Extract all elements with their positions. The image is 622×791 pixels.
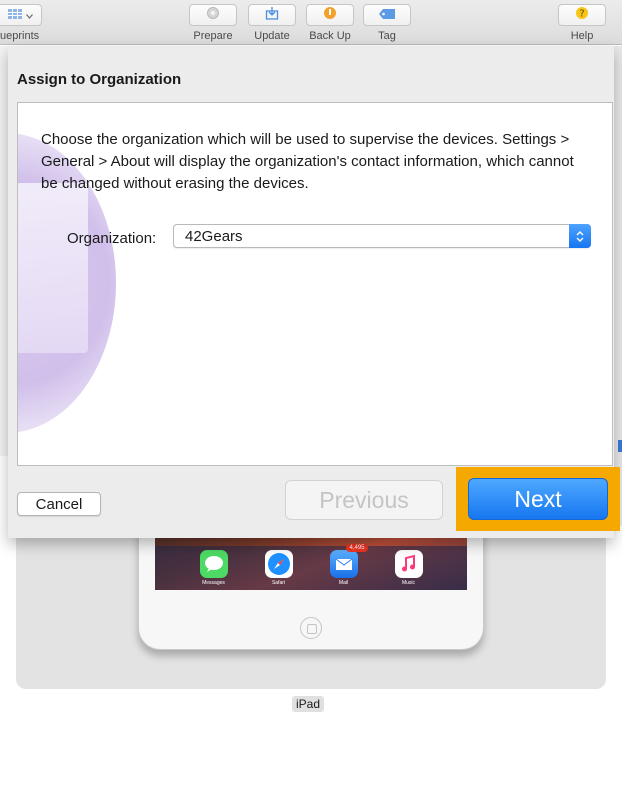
- update-icon: [265, 6, 279, 25]
- select-stepper[interactable]: [569, 224, 591, 248]
- next-button[interactable]: Next: [468, 478, 608, 520]
- ipad-dock: Messages Safari 4,495 Mail Music: [155, 544, 467, 590]
- tag-control[interactable]: [363, 4, 411, 26]
- cancel-button[interactable]: Cancel: [17, 492, 101, 516]
- dock-app-mail: 4,495 Mail: [324, 544, 368, 590]
- organization-select[interactable]: 42Gears: [173, 224, 591, 248]
- organization-label: Organization:: [67, 230, 157, 247]
- music-icon: [394, 550, 423, 578]
- ipad-image: Messages Safari 4,495 Mail Music: [138, 520, 484, 650]
- question-icon: ?: [575, 6, 589, 25]
- dock-app-label: Mail: [338, 580, 349, 586]
- content-panel: Choose the organization which will be us…: [17, 102, 613, 466]
- toolbar: ueprints Prepare Update Back Up Tag ? He…: [0, 0, 622, 45]
- help-control[interactable]: ?: [558, 4, 606, 26]
- background-sidebar: [0, 46, 8, 456]
- prepare-control[interactable]: [189, 4, 237, 26]
- chevron-up-icon: [576, 230, 584, 236]
- backup-label: Back Up: [309, 30, 351, 42]
- dock-app-music: Music: [389, 550, 429, 590]
- background-panel-edge: [614, 46, 622, 526]
- backup-icon: [323, 6, 337, 25]
- home-button-icon: [300, 617, 322, 639]
- dock-app-label: Safari: [271, 580, 286, 586]
- blueprints-control[interactable]: [0, 4, 42, 26]
- svg-text:?: ?: [579, 8, 584, 19]
- grid-icon: [8, 6, 22, 24]
- device-tile[interactable]: Messages Safari 4,495 Mail Music: [16, 520, 606, 689]
- help-label: Help: [570, 30, 594, 42]
- prepare-button[interactable]: Prepare: [189, 4, 237, 42]
- dock-app-messages: Messages: [194, 550, 234, 590]
- blueprints-button[interactable]: ueprints: [0, 4, 42, 42]
- chevron-down-icon: [576, 237, 584, 242]
- chevron-down-icon: [26, 6, 33, 24]
- gear-icon: [206, 6, 220, 25]
- messages-icon: [199, 550, 228, 578]
- update-button[interactable]: Update: [248, 4, 296, 42]
- prepare-label: Prepare: [193, 30, 233, 42]
- description-text: Choose the organization which will be us…: [41, 131, 574, 192]
- dock-app-safari: Safari: [259, 550, 299, 590]
- dock-app-label: Messages: [202, 580, 225, 586]
- help-button[interactable]: ? Help: [558, 4, 606, 42]
- dock-app-label: Music: [401, 580, 416, 586]
- mail-badge: 4,495: [346, 544, 368, 552]
- previous-button[interactable]: Previous: [285, 480, 443, 520]
- device-name-label: iPad: [292, 696, 325, 712]
- mail-icon: 4,495: [329, 544, 368, 578]
- background-selection-marker: [618, 440, 622, 452]
- safari-icon: [264, 550, 293, 578]
- sheet-title: Assign to Organization: [17, 71, 182, 88]
- tag-button[interactable]: Tag: [363, 4, 411, 42]
- configurator-logo-inner: [18, 183, 88, 353]
- update-label: Update: [254, 30, 290, 42]
- tag-icon: [379, 6, 395, 24]
- backup-control[interactable]: [306, 4, 354, 26]
- assign-organization-sheet: Assign to Organization Choose the organi…: [8, 46, 620, 538]
- organization-value: 42Gears: [185, 228, 243, 245]
- backup-button[interactable]: Back Up: [306, 4, 354, 42]
- update-control[interactable]: [248, 4, 296, 26]
- tag-label: Tag: [378, 30, 396, 42]
- blueprints-label: ueprints: [0, 30, 40, 42]
